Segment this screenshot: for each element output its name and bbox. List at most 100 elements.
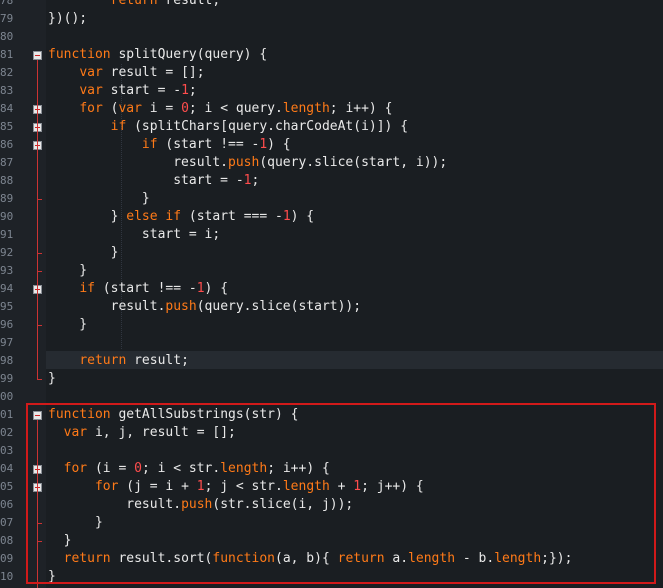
code-line[interactable]: if (splitChars[query.charCodeAt(i)]) {: [48, 118, 408, 136]
line-number: 95: [0, 300, 13, 313]
token-text: result.: [48, 299, 166, 314]
line-number: 99: [0, 372, 13, 385]
token-kw: var: [79, 83, 103, 98]
token-text: ) {: [204, 281, 229, 296]
line-number: 97: [0, 336, 13, 349]
token-text: (splitChars[query.charCodeAt(i)]) {: [126, 119, 409, 134]
token-text: result = [];: [102, 65, 205, 80]
fold-range-end: [37, 325, 42, 326]
token-text: (query.slice(start, i));: [259, 155, 448, 170]
token-kw: var: [79, 65, 103, 80]
code-line[interactable]: })();: [48, 10, 87, 28]
line-number: 78: [0, 0, 13, 7]
token-kw: for: [79, 101, 103, 116]
code-line[interactable]: var start = -1;: [48, 82, 197, 100]
line-number: 04: [0, 462, 13, 475]
token-kw: var: [118, 101, 142, 116]
token-text: (: [102, 101, 119, 116]
token-text: }: [48, 191, 150, 206]
fold-range-end: [37, 253, 42, 254]
code-line[interactable]: if (start !== -1) {: [48, 280, 228, 298]
line-number: 05: [0, 480, 13, 493]
token-text: result;: [126, 353, 189, 368]
line-number: 00: [0, 390, 13, 403]
token-kw: if: [79, 281, 95, 296]
line-number: 82: [0, 66, 13, 79]
line-number: 98: [0, 354, 13, 367]
code-line[interactable]: } else if (start === -1) {: [48, 208, 315, 226]
code-line[interactable]: }: [48, 190, 150, 208]
token-text: result;: [157, 0, 221, 8]
code-line[interactable]: return result;: [48, 0, 221, 10]
code-line[interactable]: return result;: [48, 352, 189, 370]
token-text: }: [48, 245, 119, 260]
line-number: 96: [0, 318, 13, 331]
fold-range-end: [37, 199, 42, 200]
code-line[interactable]: result.push(query.slice(start, i));: [48, 154, 447, 172]
line-number: 93: [0, 264, 13, 277]
token-text: start = -: [102, 83, 182, 98]
line-number: 03: [0, 444, 13, 457]
token-kw: function: [48, 47, 111, 62]
code-line[interactable]: }: [48, 370, 56, 388]
token-num: 1: [243, 173, 252, 188]
line-number: 86: [0, 138, 13, 151]
token-text: i =: [141, 101, 182, 116]
line-number: 01: [0, 408, 13, 421]
line-number: 88: [0, 174, 13, 187]
code-line[interactable]: start = -1;: [48, 172, 259, 190]
highlighted-region-outline: [26, 403, 656, 584]
token-text: (start !== -: [94, 281, 197, 296]
code-line[interactable]: if (start !== -1) {: [48, 136, 291, 154]
code-line[interactable]: function splitQuery(query) {: [48, 46, 267, 64]
code-line[interactable]: result.push(query.slice(start));: [48, 298, 361, 316]
line-number: 02: [0, 426, 13, 439]
line-number: 83: [0, 84, 13, 97]
token-prop: push: [228, 155, 260, 170]
line-number: 85: [0, 120, 13, 133]
line-number: 09: [0, 552, 13, 565]
token-text: ;: [251, 173, 260, 188]
token-num: 1: [181, 83, 189, 98]
token-text: (start === -: [181, 209, 283, 224]
token-text: })();: [48, 11, 88, 26]
token-kw: else: [126, 209, 158, 224]
code-line[interactable]: start = i;: [48, 226, 220, 244]
token-num: 0: [181, 101, 189, 116]
line-number: 87: [0, 156, 13, 169]
token-text: ;: [188, 83, 197, 98]
fold-range-line: [37, 294, 38, 325]
line-number: 81: [0, 48, 13, 61]
code-line[interactable]: for (var i = 0; i < query.length; i++) {: [48, 100, 392, 118]
token-text: ; i++) {: [329, 101, 393, 116]
line-number: 07: [0, 516, 13, 529]
token-kw: if: [165, 209, 182, 224]
token-kw: if: [141, 137, 158, 152]
code-line[interactable]: var result = [];: [48, 64, 205, 82]
fold-range-end: [37, 379, 42, 380]
fold-range-end: [37, 271, 42, 272]
line-number: 92: [0, 246, 13, 259]
token-num: 1: [259, 137, 268, 152]
line-number: 84: [0, 102, 13, 115]
line-number: 89: [0, 192, 13, 205]
code-line[interactable]: }: [48, 262, 87, 280]
code-line[interactable]: }: [48, 316, 87, 334]
fold-toggle-icon[interactable]: [33, 51, 42, 60]
token-num: 1: [282, 209, 291, 224]
line-number: 80: [0, 30, 13, 43]
token-text: }: [48, 371, 56, 386]
token-text: }: [48, 263, 88, 278]
line-number: 79: [0, 12, 13, 25]
code-editor[interactable]: return result;})(); function splitQuery(q…: [0, 0, 663, 588]
token-text: start = -: [48, 173, 244, 188]
code-line[interactable]: }: [48, 244, 119, 262]
token-kw: if: [110, 119, 127, 134]
line-number: 06: [0, 498, 13, 511]
